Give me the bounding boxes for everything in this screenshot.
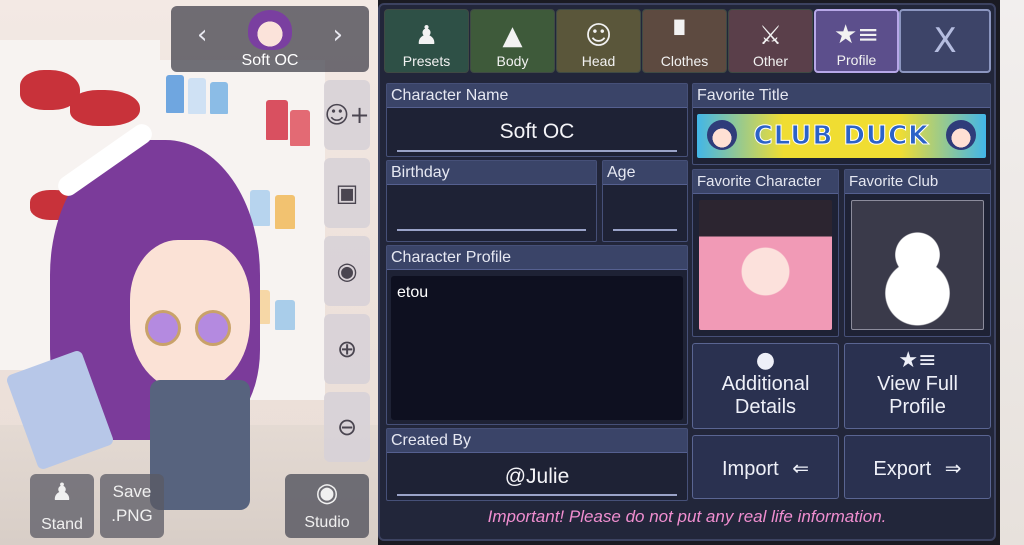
hide-ui-button[interactable]: ◉ [324, 236, 370, 306]
view-full-line1: View Full [877, 373, 958, 395]
zoom-out-button[interactable]: ⊖ [324, 392, 370, 462]
zoom-out-icon: ⊖ [336, 413, 358, 441]
tab-head[interactable]: ☺ Head [556, 9, 641, 73]
character-sprite[interactable] [5, 120, 300, 530]
image-icon: ▣ [335, 179, 359, 207]
sword-cat-icon: ⚔ [758, 21, 783, 51]
character-nav-name: Soft OC [241, 52, 299, 69]
favorite-club-image[interactable] [851, 200, 984, 330]
additional-details-line1: Additional [721, 373, 810, 395]
profile-panel: ♟ Presets ▲ Body ☺ Head ▘ Clothes ⚔ Othe… [378, 3, 996, 541]
birthday-label: Birthday [387, 161, 596, 185]
tab-presets[interactable]: ♟ Presets [384, 9, 469, 73]
export-icon: ⇒ [944, 456, 962, 480]
camera-icon: ◉ [315, 478, 339, 508]
character-profile-box: Character Profile etou [386, 245, 688, 425]
view-full-line2: Profile [889, 396, 946, 418]
close-button[interactable]: X [899, 9, 991, 73]
field-underline [397, 494, 677, 496]
chevron-left-icon[interactable]: ‹ [197, 20, 207, 50]
eye-icon: ◉ [336, 257, 358, 285]
field-underline [613, 229, 677, 231]
birthday-box: Birthday [386, 160, 597, 242]
field-underline [397, 150, 677, 152]
favorite-title-label: Favorite Title [693, 84, 990, 108]
tab-profile-label: Profile [836, 52, 877, 68]
favorite-character-box: Favorite Character [692, 169, 839, 337]
tab-head-label: Head [581, 53, 616, 69]
stand-button[interactable]: ♟ Stand [30, 474, 94, 538]
person-outline-icon: ♟ [414, 21, 439, 51]
favorite-club-label: Favorite Club [845, 170, 990, 194]
tab-other[interactable]: ⚔ Other [728, 9, 813, 73]
studio-button[interactable]: ◉ Studio [285, 474, 369, 538]
star-list-icon: ★≡ [898, 348, 937, 373]
character-thumbnail[interactable] [248, 10, 292, 50]
created-by-label: Created By [387, 429, 687, 453]
chevron-right-icon[interactable]: › [333, 20, 343, 50]
shirt-icon: ▘ [674, 21, 695, 51]
favorite-title-text: CLUB DUCK [753, 121, 930, 152]
privacy-warning: Important! Please do not put any real li… [487, 507, 887, 526]
tab-profile[interactable]: ★≡ Profile [814, 9, 899, 73]
save-label-line2: .PNG [111, 506, 153, 525]
favorite-title-banner[interactable]: CLUB DUCK [697, 114, 986, 158]
background-edge [1000, 0, 1024, 545]
favorite-character-label: Favorite Character [693, 170, 838, 194]
favorite-title-box: Favorite Title CLUB DUCK [692, 83, 991, 165]
tab-body[interactable]: ▲ Body [470, 9, 555, 73]
tab-clothes[interactable]: ▘ Clothes [642, 9, 727, 73]
apple-icon: ● [755, 348, 776, 373]
character-selector: ‹ › Soft OC [171, 6, 369, 72]
favorite-club-box: Favorite Club [844, 169, 991, 337]
tab-presets-label: Presets [402, 53, 451, 69]
character-name-label: Character Name [387, 84, 687, 108]
studio-label: Studio [304, 514, 350, 531]
hair-icon: ☺ [584, 21, 613, 51]
add-user-icon: ☺+ [324, 101, 370, 129]
character-scene: ‹ › Soft OC ☺+ ▣ ◉ ⊕ ⊖ ♟ Stand Save .PNG… [0, 0, 378, 545]
stand-label: Stand [41, 516, 83, 533]
additional-details-line2: Details [734, 396, 797, 418]
additional-details-button[interactable]: ● Additional Details [692, 343, 839, 429]
save-label-line1: Save [112, 482, 152, 501]
favorite-character-image[interactable] [699, 200, 832, 330]
export-label: Export [873, 458, 932, 480]
created-by-field[interactable]: @Julie [395, 465, 679, 489]
save-png-button[interactable]: Save .PNG [100, 474, 164, 538]
tab-body-label: Body [496, 53, 529, 69]
view-full-profile-button[interactable]: ★≡ View Full Profile [844, 343, 991, 429]
character-name-box: Character Name Soft OC [386, 83, 688, 157]
import-icon: ⇐ [792, 456, 809, 480]
add-character-button[interactable]: ☺+ [324, 80, 370, 150]
star-list-icon: ★≡ [833, 20, 880, 50]
age-label: Age [603, 161, 687, 185]
age-box: Age [602, 160, 688, 242]
created-by-box: Created By @Julie [386, 428, 688, 501]
zoom-in-button[interactable]: ⊕ [324, 314, 370, 384]
import-label: Import [721, 458, 779, 480]
category-tabs: ♟ Presets ▲ Body ☺ Head ▘ Clothes ⚔ Othe… [384, 9, 900, 73]
zoom-in-icon: ⊕ [336, 335, 358, 363]
duck-avatar-icon [707, 120, 737, 150]
duck-avatar-icon [946, 120, 976, 150]
character-name-field[interactable]: Soft OC [395, 120, 679, 144]
person-outline-icon: ♟ [51, 478, 73, 506]
tab-other-label: Other [752, 53, 788, 69]
character-profile-textarea[interactable]: etou [391, 276, 683, 420]
background-button[interactable]: ▣ [324, 158, 370, 228]
export-button[interactable]: Export ⇒ [844, 435, 991, 499]
close-icon: X [933, 21, 957, 61]
tab-clothes-label: Clothes [660, 53, 709, 69]
character-profile-label: Character Profile [387, 246, 687, 270]
import-button[interactable]: Import ⇐ [692, 435, 839, 499]
jacket-icon: ▲ [502, 21, 523, 51]
field-underline [397, 229, 586, 231]
